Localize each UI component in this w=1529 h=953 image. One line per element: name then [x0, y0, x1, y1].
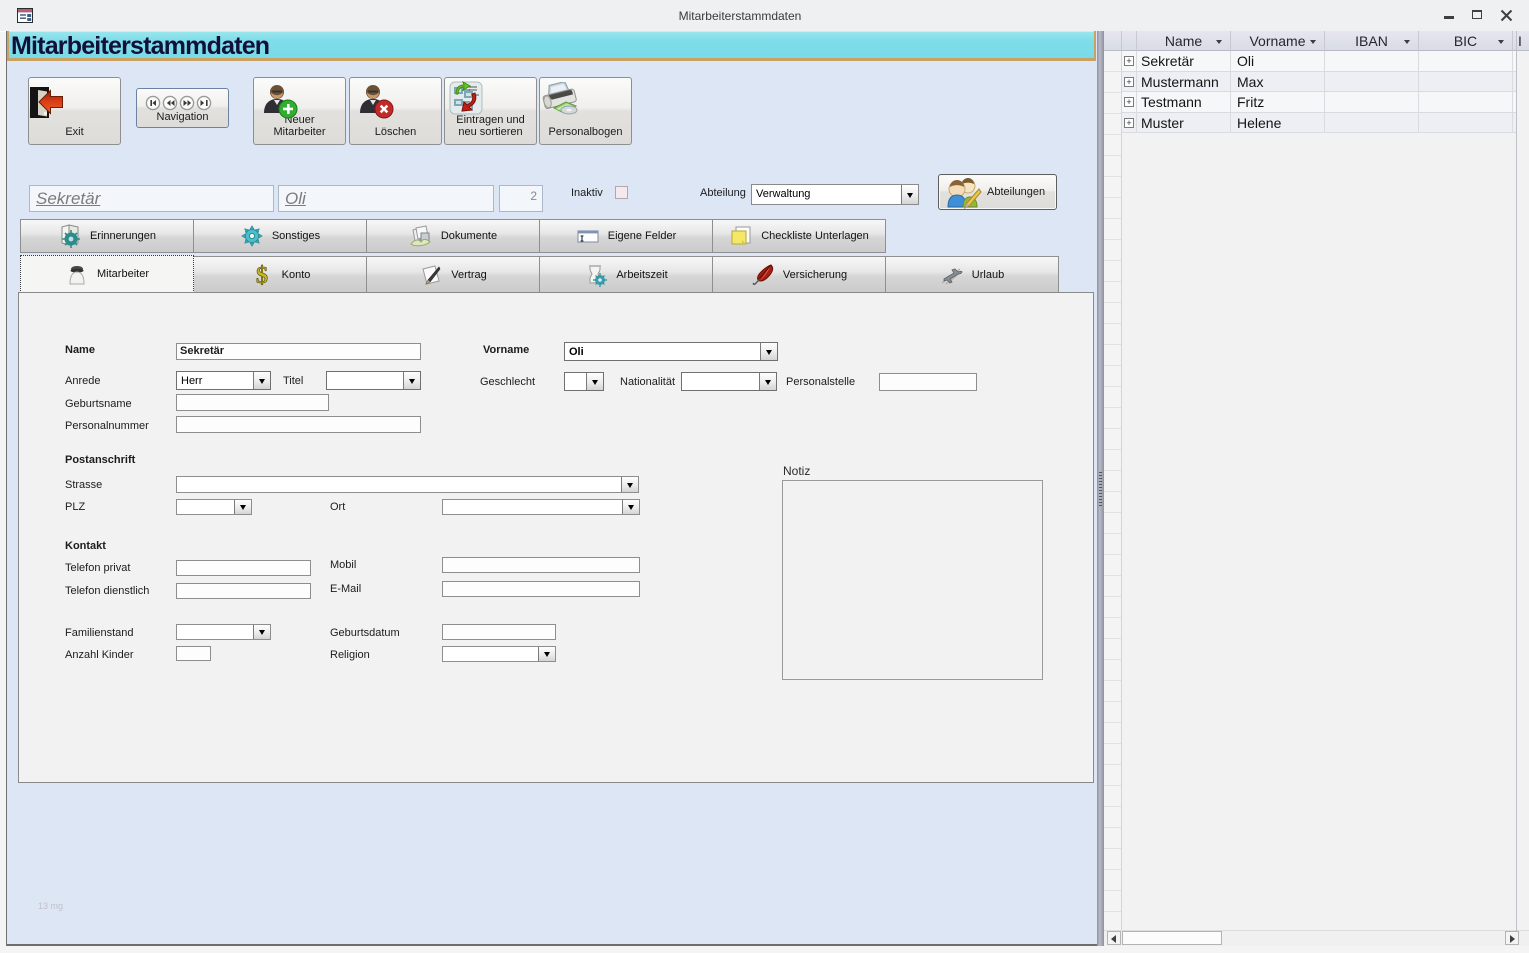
svg-text:$: $ — [256, 263, 268, 287]
